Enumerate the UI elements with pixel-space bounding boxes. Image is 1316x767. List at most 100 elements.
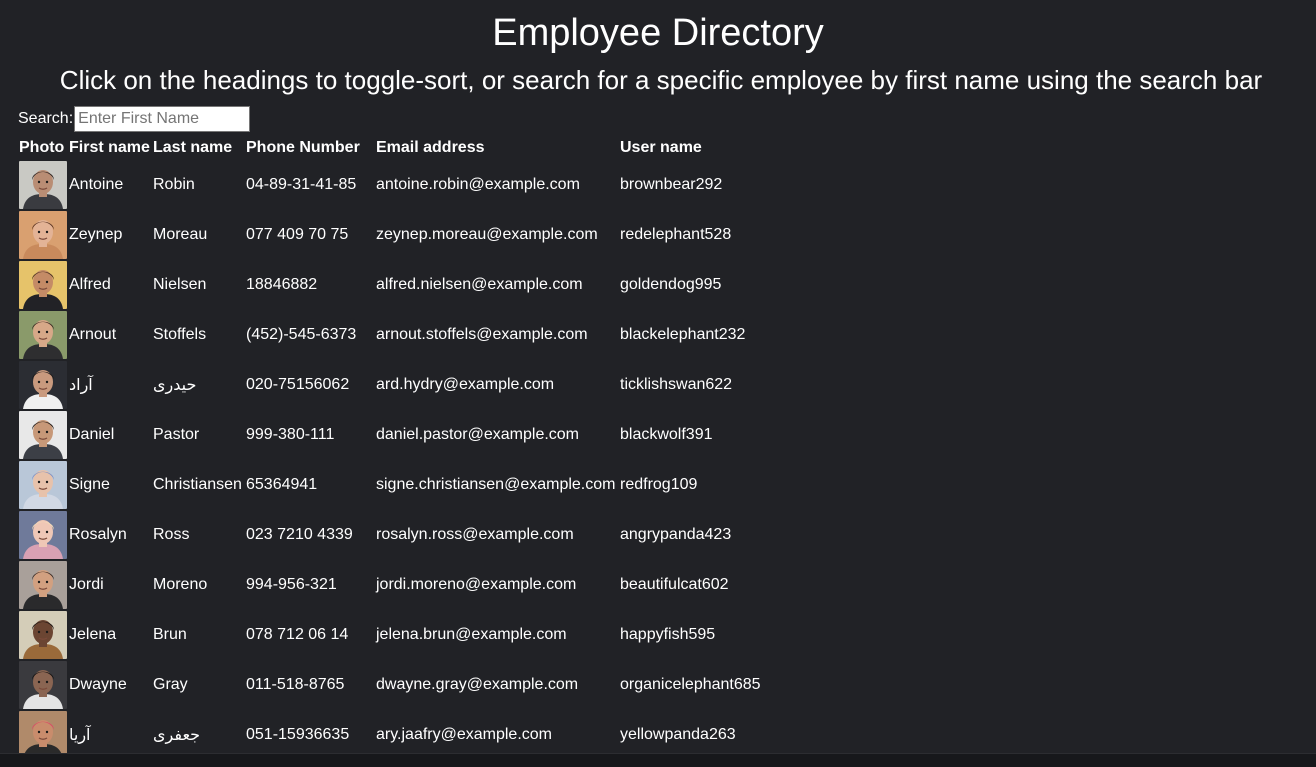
phone-number-cell: 999-380-111	[246, 426, 335, 443]
first-name-cell: Rosalyn	[69, 526, 127, 543]
employee-photo	[19, 411, 67, 459]
first-name-cell: Arnout	[69, 326, 117, 343]
user-name-cell: angrypanda423	[620, 526, 732, 543]
user-name-cell: blackelephant232	[620, 326, 746, 343]
email-address-cell: antoine.robin@example.com	[376, 176, 580, 193]
phone-number-cell: (452)-545-6373	[246, 326, 357, 343]
bottom-bar	[0, 753, 1316, 767]
employee-photo	[19, 261, 67, 309]
employee-photo	[19, 561, 67, 609]
search-input[interactable]	[74, 106, 251, 132]
last-name-cell: Moreau	[153, 226, 208, 243]
employee-photo	[19, 211, 67, 259]
photo-cell	[18, 260, 68, 310]
user-name-cell: blackwolf391	[620, 426, 713, 443]
search-bar: Search:	[18, 105, 251, 133]
photo-cell	[18, 310, 68, 360]
user-name-cell: redelephant528	[620, 226, 732, 243]
employee-photo	[19, 161, 67, 209]
first-name-cell: Daniel	[69, 426, 115, 443]
page-title: Employee Directory	[492, 12, 824, 54]
last-name-cell: Pastor	[153, 426, 200, 443]
email-address-cell: arnout.stoffels@example.com	[376, 326, 588, 343]
email-address-cell: alfred.nielsen@example.com	[376, 276, 583, 293]
photo-cell	[18, 360, 68, 410]
employee-photo	[19, 661, 67, 709]
phone-number-cell: 011-518-8765	[246, 676, 345, 693]
table-row: Dwayne Gray 011-518-8765 dwayne.gray@exampl…	[18, 660, 762, 710]
last-name-cell: Stoffels	[153, 326, 207, 343]
email-address-cell: zeynep.moreau@example.com	[376, 226, 598, 243]
header-user-name[interactable]: User name	[619, 136, 762, 160]
header-last-name[interactable]: Last name	[152, 136, 245, 160]
page-subtitle: Click on the headings to toggle-sort, or…	[59, 65, 1263, 95]
photo-cell	[18, 160, 68, 210]
employee-photo	[19, 611, 67, 659]
table-row: آراد حیدری 020-75156062 ard.hydry@example.c…	[18, 360, 762, 410]
user-name-cell: ticklishswan622	[620, 376, 733, 393]
last-name-cell: Christiansen	[153, 476, 242, 493]
phone-number-cell: 18846882	[246, 276, 318, 293]
user-name-cell: happyfish595	[620, 626, 716, 643]
photo-cell	[18, 460, 68, 510]
phone-number-cell: 994-956-321	[246, 576, 337, 593]
email-address-cell: signe.christiansen@example.com	[376, 476, 616, 493]
table-row: Jordi Moreno 994-956-321 jordi.moreno@examp…	[18, 560, 762, 610]
last-name-cell: Nielsen	[153, 276, 207, 293]
email-address-cell: dwayne.gray@example.com	[376, 676, 579, 693]
photo-cell	[18, 410, 68, 460]
header-email-address[interactable]: Email address	[375, 136, 619, 160]
employee-photo	[19, 361, 67, 409]
header-phone-number[interactable]: Phone Number	[245, 136, 375, 160]
employee-photo	[19, 461, 67, 509]
email-address-cell: ard.hydry@example.com	[376, 376, 555, 393]
first-name-cell: Antoine	[69, 176, 124, 193]
email-address-cell: daniel.pastor@example.com	[376, 426, 580, 443]
photo-cell	[18, 610, 68, 660]
employee-photo	[19, 711, 67, 759]
employee-directory-page: Employee Directory Click on the headings…	[0, 0, 1316, 767]
header-first-name[interactable]: First name	[68, 136, 152, 160]
user-name-cell: beautifulcat602	[620, 576, 729, 593]
table-row: Signe Christiansen 65364941 signe.christian…	[18, 460, 762, 510]
last-name-cell: Robin	[153, 176, 195, 193]
phone-number-cell: 078 712 06 14	[246, 626, 349, 643]
table-row: Zeynep Moreau 077 409 70 75 zeynep.moreau@e…	[18, 210, 762, 260]
first-name-cell: Dwayne	[69, 676, 127, 693]
search-label: Search:	[18, 110, 74, 127]
first-name-cell: Alfred	[69, 276, 111, 293]
table-row: Alfred Nielsen 18846882 alfred.nielsen@exam…	[18, 260, 762, 310]
table-body: Antoine Robin 04-89-31-41-85 antoine.robin@…	[18, 160, 762, 760]
table-row: Arnout Stoffels (452)-545-6373 arnout.stoff…	[18, 310, 762, 360]
first-name-cell: آراد	[69, 377, 93, 394]
photo-cell	[18, 210, 68, 260]
table-header-row: Photo First name Last name Phone Number …	[18, 136, 762, 160]
phone-number-cell: 077 409 70 75	[246, 226, 349, 243]
employee-table: Photo First name Last name Phone Number …	[18, 136, 762, 760]
phone-number-cell: 04-89-31-41-85	[246, 176, 357, 193]
user-name-cell: organicelephant685	[620, 676, 761, 693]
first-name-cell: Zeynep	[69, 226, 123, 243]
email-address-cell: jelena.brun@example.com	[376, 626, 567, 643]
first-name-cell: Signe	[69, 476, 110, 493]
last-name-cell: Ross	[153, 526, 190, 543]
table-row: Jelena Brun 078 712 06 14 jelena.brun@examp…	[18, 610, 762, 660]
email-address-cell: rosalyn.ross@example.com	[376, 526, 574, 543]
photo-cell	[18, 560, 68, 610]
last-name-cell: Moreno	[153, 576, 208, 593]
email-address-cell: jordi.moreno@example.com	[376, 576, 577, 593]
employee-photo	[19, 311, 67, 359]
last-name-cell: حیدری	[153, 377, 197, 394]
table-row: Antoine Robin 04-89-31-41-85 antoine.robin@…	[18, 160, 762, 210]
phone-number-cell: 65364941	[246, 476, 318, 493]
photo-cell	[18, 660, 68, 710]
user-name-cell: brownbear292	[620, 176, 723, 193]
header-photo[interactable]: Photo	[18, 136, 68, 160]
first-name-cell: Jelena	[69, 626, 117, 643]
table-row: Daniel Pastor 999-380-111 daniel.pastor@exa…	[18, 410, 762, 460]
employee-photo	[19, 511, 67, 559]
user-name-cell: goldendog995	[620, 276, 722, 293]
user-name-cell: redfrog109	[620, 476, 698, 493]
first-name-cell: Jordi	[69, 576, 104, 593]
photo-cell	[18, 510, 68, 560]
